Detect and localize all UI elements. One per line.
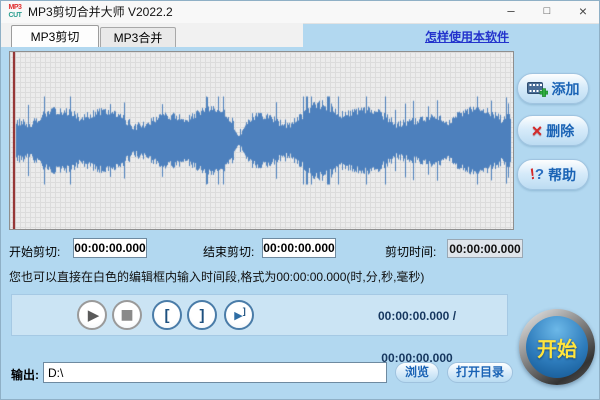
maximize-button[interactable]: □ — [530, 1, 564, 23]
start-button-label: 开始 — [526, 316, 588, 378]
close-button[interactable]: × — [566, 1, 600, 23]
cut-duration-value: 00:00:00.000 — [447, 239, 523, 258]
delete-x-icon: × — [532, 123, 543, 139]
add-button[interactable]: 添加 — [517, 73, 589, 104]
help-button[interactable]: !? 帮助 — [517, 159, 589, 190]
delete-button-label: 删除 — [546, 121, 574, 141]
film-add-icon — [527, 80, 548, 98]
play-icon: ▶ — [88, 306, 100, 324]
app-window: MP3 CUT MP3剪切合并大师 V2022.2 – □ × MP3剪切 MP… — [0, 0, 600, 400]
add-button-label: 添加 — [552, 79, 580, 99]
waveform-panel — [9, 51, 514, 230]
minimize-button[interactable]: – — [494, 1, 528, 23]
play-selection-icon: ▶] — [232, 306, 245, 324]
output-path-input[interactable] — [43, 362, 387, 383]
output-label: 输出: — [11, 366, 39, 383]
app-logo-icon: MP3 CUT — [6, 4, 24, 20]
how-to-use-link[interactable]: 怎样使用本软件 — [425, 28, 509, 45]
tab-mp3-cut[interactable]: MP3剪切 — [11, 25, 99, 47]
open-directory-button[interactable]: 打开目录 — [447, 362, 513, 383]
waveform-canvas[interactable] — [10, 52, 513, 229]
cut-duration-label: 剪切时间: — [385, 243, 436, 260]
end-cut-label: 结束剪切: — [203, 243, 254, 260]
bracket-open-icon: [ — [165, 307, 170, 324]
start-cut-input[interactable] — [73, 238, 147, 258]
delete-button[interactable]: × 删除 — [517, 115, 589, 146]
help-button-label: 帮助 — [548, 165, 576, 185]
browse-button[interactable]: 浏览 — [395, 362, 439, 383]
stop-button[interactable]: ■ — [112, 300, 142, 330]
format-hint-text: 您也可以直接在白色的编辑框内输入时间段,格式为00:00:00.000(时,分,… — [9, 268, 424, 285]
player-panel: ▶ ■ [ ] ▶] 00:00:00.000 / 00:00:00.000 — [11, 294, 508, 336]
play-selection-button[interactable]: ▶] — [224, 300, 254, 330]
mark-start-button[interactable]: [ — [152, 300, 182, 330]
playback-time-display: 00:00:00.000 / 00:00:00.000 — [342, 295, 492, 337]
start-button[interactable]: 开始 — [519, 309, 595, 385]
tab-mp3-merge[interactable]: MP3合并 — [100, 27, 176, 47]
window-title: MP3剪切合并大师 V2022.2 — [28, 1, 173, 23]
start-cut-label: 开始剪切: — [9, 243, 60, 260]
title-bar: MP3 CUT MP3剪切合并大师 V2022.2 – □ × — [1, 1, 599, 24]
help-icon: !? — [530, 166, 544, 183]
bracket-close-icon: ] — [200, 307, 205, 324]
end-cut-input[interactable] — [262, 238, 336, 258]
stop-icon: ■ — [120, 307, 133, 323]
play-button[interactable]: ▶ — [77, 300, 107, 330]
mark-end-button[interactable]: ] — [187, 300, 217, 330]
